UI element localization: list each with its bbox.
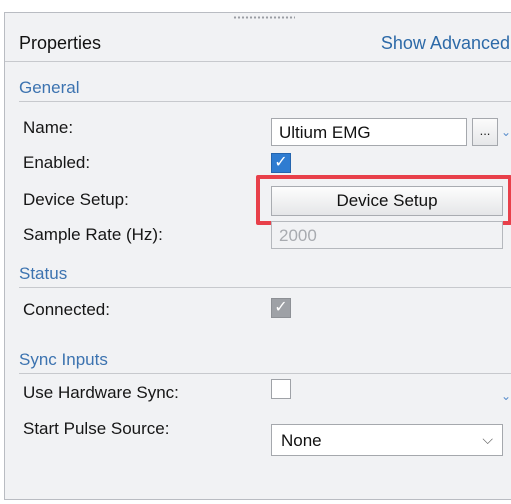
properties-panel: Properties Show Advanced General Name: U… [4, 12, 511, 500]
section-label: General [19, 78, 80, 97]
section-label: Sync Inputs [19, 350, 108, 369]
section-general: General [19, 75, 511, 102]
show-advanced-link[interactable]: Show Advanced [381, 33, 510, 54]
connected-checkbox: ✓ [271, 298, 291, 318]
connected-label: Connected: [23, 300, 110, 319]
properties-header: Properties Show Advanced [5, 25, 511, 62]
panel-title: Properties [19, 33, 102, 53]
enabled-label: Enabled: [23, 153, 91, 172]
use-hardware-sync-checkbox[interactable] [271, 379, 291, 399]
device-setup-label: Device Setup: [23, 190, 129, 209]
section-status: Status [19, 261, 511, 288]
name-field[interactable]: Ultium EMG [271, 118, 467, 146]
section-sync-inputs: Sync Inputs [19, 347, 511, 374]
select-value: None [281, 431, 322, 450]
enabled-checkbox[interactable]: ✓ [271, 153, 291, 173]
section-label: Status [19, 264, 68, 283]
sample-rate-label: Sample Rate (Hz): [23, 225, 163, 244]
highlight-box [256, 175, 511, 225]
name-browse-button[interactable]: ... [472, 118, 498, 146]
chevron-down-icon[interactable]: ⌄ [501, 389, 511, 403]
chevron-down-icon[interactable]: ⌵ [482, 431, 493, 448]
start-pulse-source-label: Start Pulse Source: [23, 419, 170, 438]
resize-grip[interactable] [233, 16, 295, 19]
use-hardware-sync-label: Use Hardware Sync: [23, 383, 179, 402]
sample-rate-field: 2000 [271, 221, 503, 249]
name-label: Name: [23, 118, 74, 137]
start-pulse-source-select[interactable]: None ⌵ [271, 424, 503, 456]
chevron-down-icon[interactable]: ⌄ [501, 125, 511, 139]
